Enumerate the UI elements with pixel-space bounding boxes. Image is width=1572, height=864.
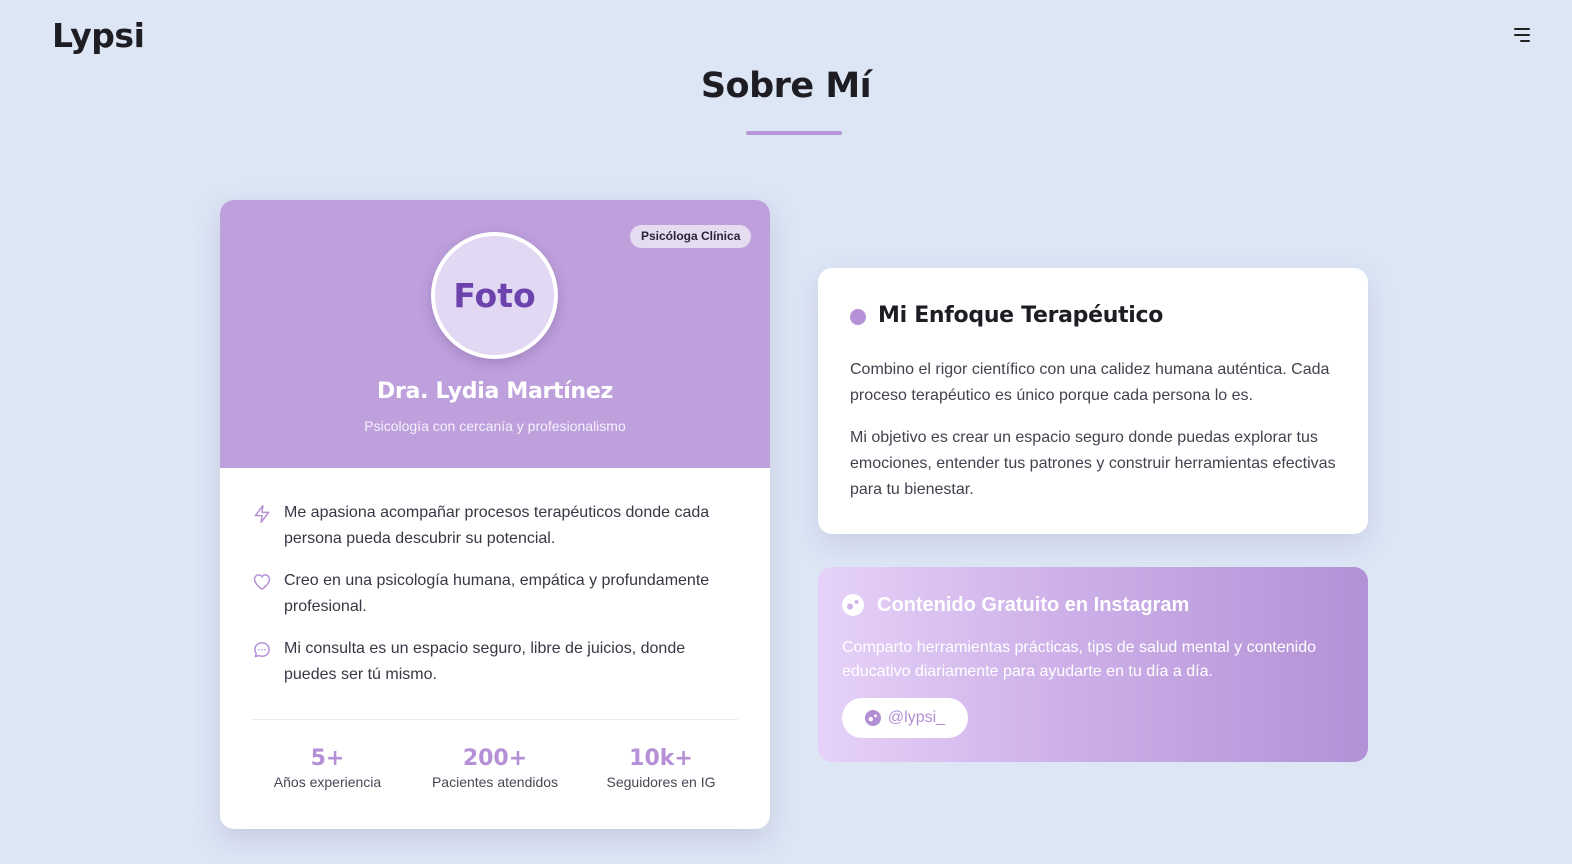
approach-card: Mi Enfoque Terapéutico Combino el rigor … [818, 268, 1368, 534]
heart-icon [253, 574, 271, 590]
stat-experience: 5+ Años experiencia [260, 746, 395, 790]
page-title: Sobre Mí [700, 66, 872, 106]
lightning-icon [254, 504, 270, 524]
stat-value: 200+ [462, 746, 528, 771]
trait-text: Mi consulta es un espacio seguro, libre … [284, 640, 686, 683]
site-logo[interactable]: Lypsi [52, 16, 145, 55]
instagram-handle: @lypsi_ [887, 709, 946, 726]
stat-label: Seguidores en IG [606, 774, 716, 790]
stat-followers: 10k+ Seguidores en IG [590, 746, 732, 790]
approach-paragraph: Mi objetivo es crear un espacio seguro d… [850, 429, 1336, 498]
divider [252, 719, 738, 720]
avatar-label: Foto [453, 276, 536, 315]
list-item: Creo en una psicología humana, empática … [252, 568, 738, 636]
stat-value: 10k+ [629, 746, 693, 771]
role-badge: Psicóloga Clínica [630, 225, 752, 248]
stat-value: 5+ [310, 746, 345, 771]
profile-name: Dra. Lydia Martínez [377, 379, 613, 404]
avatar: Foto [431, 232, 558, 359]
instagram-icon [842, 594, 864, 616]
stat-patients: 200+ Pacientes atendidos [420, 746, 570, 790]
instagram-icon [864, 710, 881, 726]
traits-list: Me apasiona acompañar procesos terapéuti… [252, 500, 738, 704]
stats-row: 5+ Años experiencia 200+ Pacientes atend… [220, 746, 770, 806]
trait-text: Me apasiona acompañar procesos terapéuti… [284, 504, 710, 547]
list-item: Mi consulta es un espacio seguro, libre … [252, 636, 738, 704]
bullet-dot-icon [850, 309, 866, 325]
instagram-description: Comparto herramientas prácticas, tips de… [842, 639, 1317, 680]
profile-card: Psicóloga Clínica Foto Dra. Lydia Martín… [220, 200, 770, 829]
instagram-title: Contenido Gratuito en Instagram [877, 594, 1190, 616]
stat-label: Pacientes atendidos [431, 774, 559, 790]
list-item: Me apasiona acompañar procesos terapéuti… [252, 500, 738, 568]
trait-text: Creo en una psicología humana, empática … [284, 572, 710, 615]
title-underline [746, 131, 842, 135]
approach-title: Mi Enfoque Terapéutico [878, 303, 1164, 328]
chat-bubble-icon [254, 642, 270, 658]
profile-tagline: Psicología con cercanía y profesionalism… [364, 418, 626, 434]
instagram-card: Contenido Gratuito en Instagram Comparto… [818, 567, 1368, 762]
stat-label: Años experiencia [273, 774, 382, 790]
hamburger-menu-icon[interactable] [1508, 24, 1536, 46]
approach-paragraph: Combino el rigor científico con una cali… [850, 361, 1330, 404]
profile-header: Psicóloga Clínica Foto Dra. Lydia Martín… [220, 200, 770, 468]
instagram-handle-button[interactable]: @lypsi_ [842, 698, 968, 738]
